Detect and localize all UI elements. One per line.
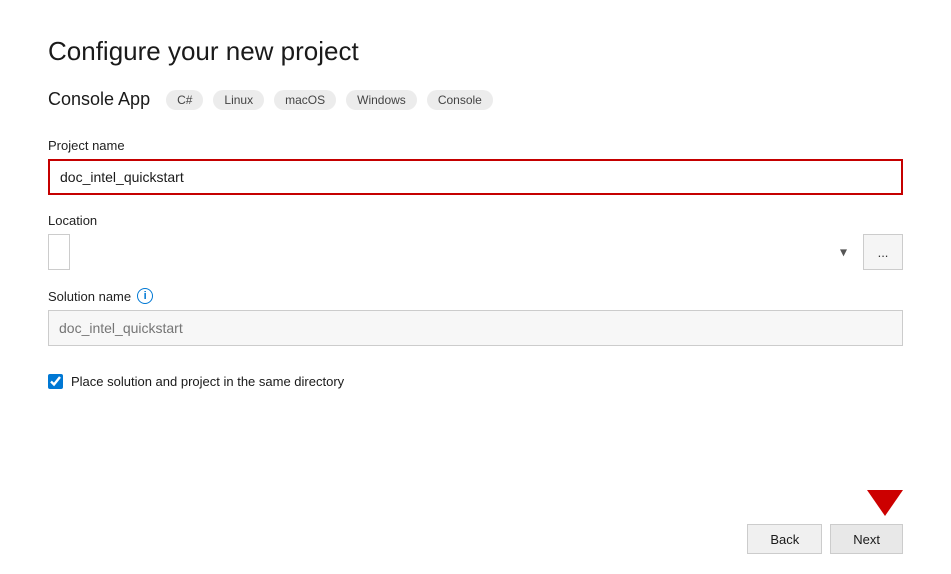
tag-windows: Windows — [346, 90, 417, 110]
info-icon[interactable]: i — [137, 288, 153, 304]
app-type-label: Console App — [48, 89, 150, 110]
location-select[interactable] — [48, 234, 70, 270]
same-directory-label[interactable]: Place solution and project in the same d… — [71, 374, 344, 389]
arrow-down-icon — [867, 490, 903, 516]
project-name-group: Project name — [48, 138, 903, 195]
solution-name-group: Solution name i — [48, 288, 903, 346]
arrow-hint — [867, 490, 903, 516]
next-button[interactable]: Next — [830, 524, 903, 554]
tag-macos: macOS — [274, 90, 336, 110]
solution-name-input[interactable] — [48, 310, 903, 346]
solution-name-label: Solution name i — [48, 288, 903, 304]
location-row: ... — [48, 234, 903, 270]
tag-linux: Linux — [213, 90, 264, 110]
page-title: Configure your new project — [48, 36, 903, 67]
project-name-input[interactable] — [48, 159, 903, 195]
tag-csharp: C# — [166, 90, 203, 110]
tag-console: Console — [427, 90, 493, 110]
main-container: Configure your new project Console App C… — [0, 0, 951, 574]
app-type-row: Console App C# Linux macOS Windows Conso… — [48, 89, 903, 110]
checkbox-row: Place solution and project in the same d… — [48, 374, 903, 389]
location-select-wrapper — [48, 234, 857, 270]
back-button[interactable]: Back — [747, 524, 822, 554]
location-label: Location — [48, 213, 903, 228]
footer: Back Next — [747, 524, 903, 554]
location-group: Location ... — [48, 213, 903, 270]
same-directory-checkbox[interactable] — [48, 374, 63, 389]
browse-button[interactable]: ... — [863, 234, 903, 270]
project-name-label: Project name — [48, 138, 903, 153]
